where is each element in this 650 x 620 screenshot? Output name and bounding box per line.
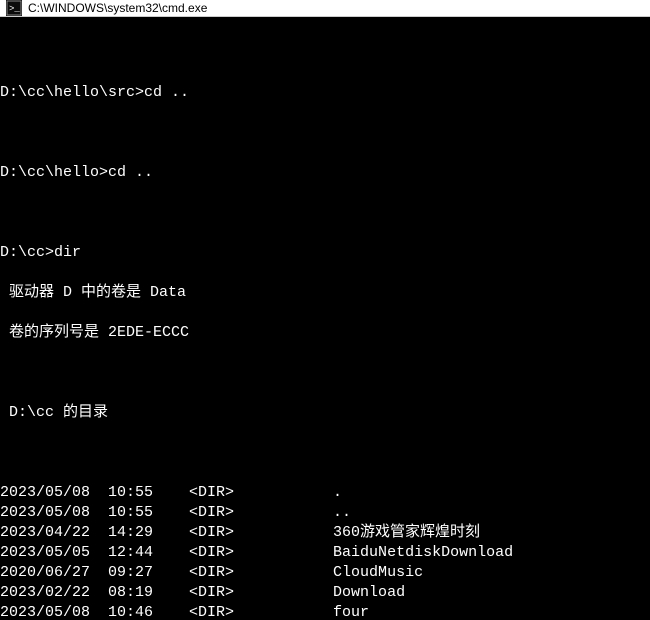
dir-entry: 2023/05/08 10:46 <DIR> four xyxy=(0,603,646,620)
prompt-line: D:\cc\hello\src>cd .. xyxy=(0,83,646,103)
prompt: D:\cc> xyxy=(0,244,54,261)
blank-line xyxy=(0,443,646,463)
dir-entry: 2023/05/08 10:55 <DIR> . xyxy=(0,483,646,503)
dir-entry: 2023/05/05 12:44 <DIR> BaiduNetdiskDownl… xyxy=(0,543,646,563)
dir-entry: 2023/04/22 14:29 <DIR> 360游戏管家辉煌时刻 xyxy=(0,523,646,543)
dir-entry: 2023/05/08 10:55 <DIR> .. xyxy=(0,503,646,523)
window-title: C:\WINDOWS\system32\cmd.exe xyxy=(28,1,207,15)
command: cd .. xyxy=(108,164,153,181)
dir-serial-line: 卷的序列号是 2EDE-ECCC xyxy=(0,323,646,343)
cmd-window: >_ C:\WINDOWS\system32\cmd.exe D:\cc\hel… xyxy=(0,0,650,620)
dir-entry: 2020/06/27 09:27 <DIR> CloudMusic xyxy=(0,563,646,583)
command: cd .. xyxy=(144,84,189,101)
blank-line xyxy=(0,363,646,383)
prompt: D:\cc\hello> xyxy=(0,164,108,181)
prompt-line: D:\cc\hello>cd .. xyxy=(0,163,646,183)
blank-line xyxy=(0,123,646,143)
blank-line xyxy=(0,203,646,223)
svg-text:>_: >_ xyxy=(9,4,20,14)
prompt-line: D:\cc>dir xyxy=(0,243,646,263)
dir-of-line: D:\cc 的目录 xyxy=(0,403,646,423)
command: dir xyxy=(54,244,81,261)
dir-entry: 2023/02/22 08:19 <DIR> Download xyxy=(0,583,646,603)
dir-volume-line: 驱动器 D 中的卷是 Data xyxy=(0,283,646,303)
prompt: D:\cc\hello\src> xyxy=(0,84,144,101)
cmd-icon: >_ xyxy=(6,0,22,16)
titlebar[interactable]: >_ C:\WINDOWS\system32\cmd.exe xyxy=(0,0,650,17)
blank-line xyxy=(0,43,646,63)
terminal-output[interactable]: D:\cc\hello\src>cd .. D:\cc\hello>cd .. … xyxy=(0,17,650,620)
